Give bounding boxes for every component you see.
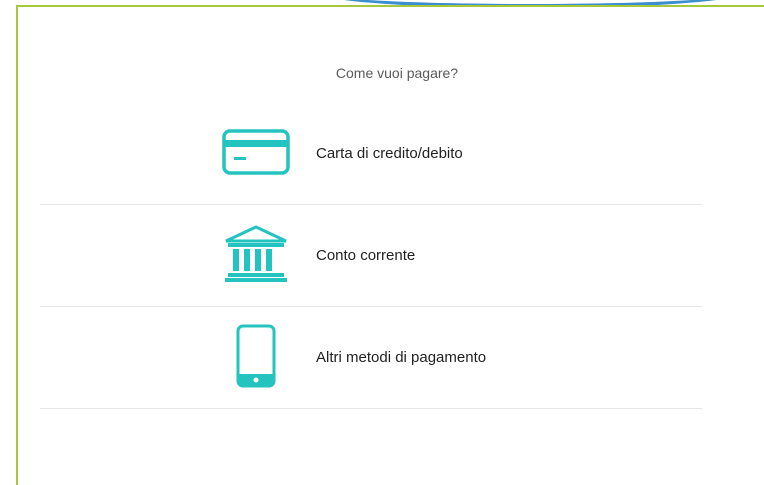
payment-method-panel: Come vuoi pagare? Carta di credito/debit… [16,5,764,485]
credit-card-icon [220,119,292,185]
payment-option-card[interactable]: Carta di credito/debito [40,103,702,205]
payment-option-other-label: Altri metodi di pagamento [316,349,487,366]
payment-option-other[interactable]: Altri metodi di pagamento [40,307,702,409]
payment-option-bank-label: Conto corrente [316,247,416,264]
page-frame: Come vuoi pagare? Carta di credito/debit… [0,0,764,485]
payment-prompt: Come vuoi pagare? [335,65,459,81]
payment-option-bank[interactable]: Conto corrente [40,205,702,307]
smartphone-icon [220,323,292,389]
bank-icon [220,221,292,287]
payment-option-card-label: Carta di credito/debito [316,145,463,162]
